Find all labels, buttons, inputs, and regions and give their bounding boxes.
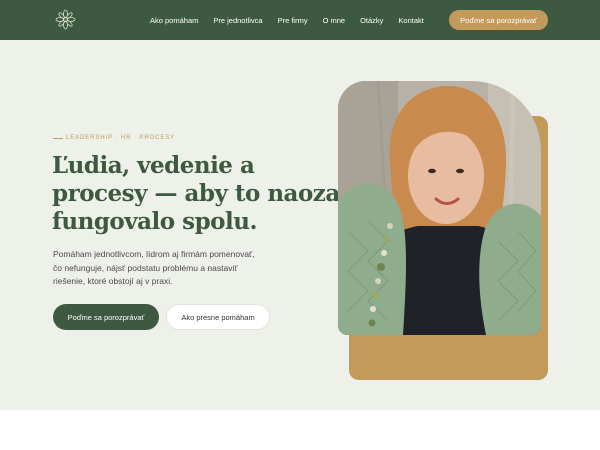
- description-line: čo nefunguje, nájsť podstatu problému a …: [53, 262, 238, 273]
- nav-link-pre-firmy[interactable]: Pre firmy: [278, 16, 308, 25]
- top-navigation: Ako pomáham Pre jednotlivca Pre firmy O …: [0, 0, 600, 40]
- nav-link-ako-pomaham[interactable]: Ako pomáham: [150, 16, 198, 25]
- description-line: riešenie, ktoré obstojí aj v praxi.: [53, 276, 173, 286]
- nav-link-pre-jednotlivca[interactable]: Pre jednotlivca: [213, 16, 262, 25]
- primary-cta-button[interactable]: Poďme sa porozprávať: [53, 304, 159, 330]
- portrait-photo: [338, 81, 541, 335]
- main-menu: Ako pomáham Pre jednotlivca Pre firmy O …: [150, 0, 439, 40]
- hero-description: Pomáham jednotlivcom, lídrom aj firmám p…: [53, 248, 303, 289]
- nav-link-kontakt[interactable]: Kontakt: [398, 16, 423, 25]
- nav-link-otazky[interactable]: Otázky: [360, 16, 383, 25]
- eyebrow-text: LEADERSHIP · HR · PROCESY: [66, 135, 176, 141]
- lotus-logo-icon[interactable]: [55, 9, 76, 30]
- hero-headline: Ľudia, vedenie a procesy — aby to naozaj…: [52, 152, 348, 236]
- nav-link-o-mne[interactable]: O mne: [323, 16, 346, 25]
- headline-line: procesy — aby to naozaj: [52, 180, 348, 207]
- headline-line: fungovalo spolu.: [52, 208, 257, 235]
- description-line: Pomáham jednotlivcom, lídrom aj firmám p…: [53, 249, 255, 259]
- hero-eyebrow: LEADERSHIP · HR · PROCESY: [53, 135, 175, 141]
- eyebrow-divider: [53, 137, 63, 139]
- headline-line: Ľudia, vedenie a: [52, 152, 255, 179]
- nav-cta-button[interactable]: Poďme sa porozprávať: [449, 10, 548, 30]
- secondary-cta-button[interactable]: Ako presne pomáham: [166, 304, 270, 330]
